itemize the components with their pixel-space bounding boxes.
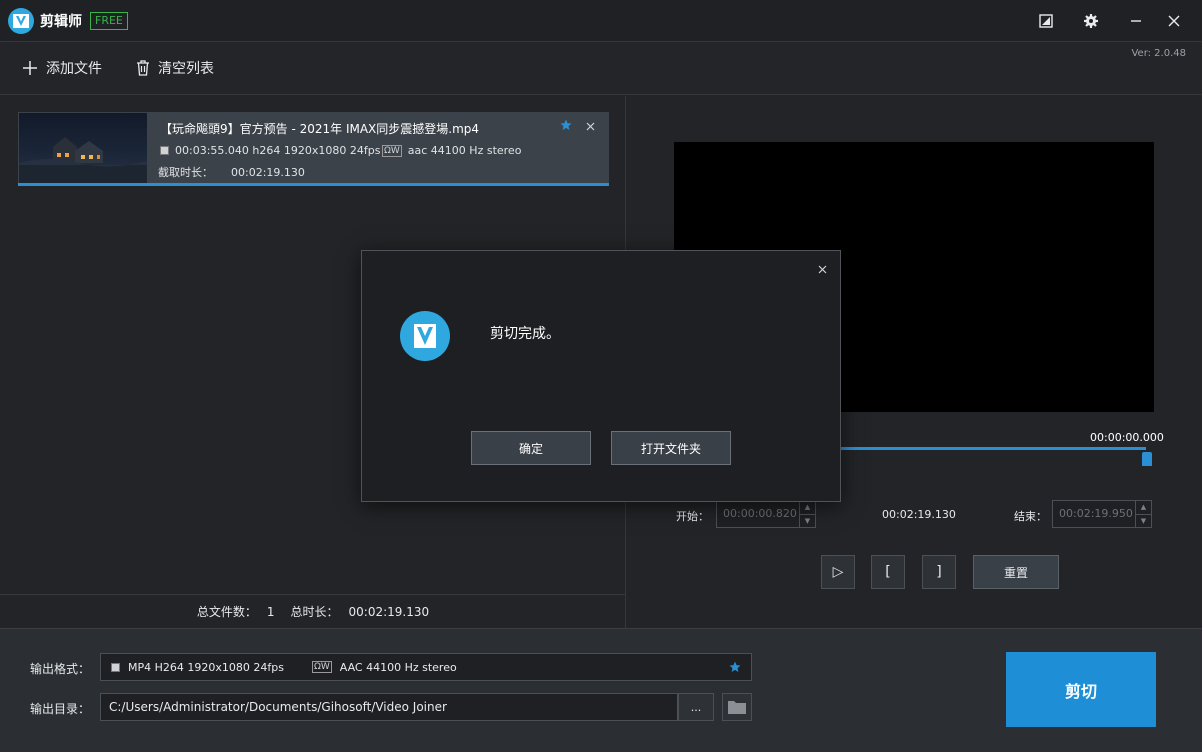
- video-info-text: 00:03:55.040 h264 1920x1080 24fps: [175, 144, 381, 157]
- output-dir-label: 输出目录：: [30, 702, 91, 716]
- start-time-input[interactable]: 00:00:00.820 ▲ ▼: [716, 500, 816, 528]
- toolbar: 添加文件 清空列表: [0, 43, 1202, 95]
- close-icon[interactable]: [1164, 11, 1184, 31]
- start-down-icon[interactable]: ▼: [800, 515, 815, 528]
- clip-duration-value: 00:02:19.130: [231, 165, 305, 179]
- skin-icon[interactable]: [1036, 11, 1056, 31]
- minimize-icon[interactable]: [1126, 11, 1146, 31]
- ok-button[interactable]: 确定: [471, 431, 591, 465]
- open-folder-dialog-button[interactable]: 打开文件夹: [611, 431, 731, 465]
- open-folder-button[interactable]: [722, 693, 752, 721]
- timeline-handle[interactable]: [1142, 452, 1152, 466]
- title-bar: 剪辑师 FREE: [0, 0, 1202, 42]
- reset-button[interactable]: 重置: [973, 555, 1059, 589]
- star-icon[interactable]: [560, 119, 572, 134]
- audio-format-icon: ΩW: [311, 661, 332, 673]
- output-dir-input[interactable]: C:/Users/Administrator/Documents/Gihosof…: [100, 693, 678, 721]
- list-item[interactable]: 【玩命飚頭9】官方预告 - 2021年 IMAX同步震撼登場.mp4 00:03…: [18, 112, 609, 186]
- clip-duration-label: 截取时长：: [158, 166, 213, 179]
- remove-item-icon[interactable]: [586, 120, 595, 134]
- end-time-input[interactable]: 00:02:19.950 ▲ ▼: [1052, 500, 1152, 528]
- version-label: Ver: 2.0.48: [1131, 48, 1186, 59]
- output-format-field[interactable]: MP4 H264 1920x1080 24fps ΩW AAC 44100 Hz…: [100, 653, 752, 681]
- audio-info-text: aac 44100 Hz stereo: [407, 144, 522, 157]
- format-video-text: MP4 H264 1920x1080 24fps: [128, 660, 284, 674]
- app-title: 剪辑师: [40, 14, 82, 30]
- audio-stream-icon: ΩW: [382, 144, 402, 157]
- format-star-icon[interactable]: [729, 661, 741, 676]
- gear-icon[interactable]: [1081, 11, 1101, 31]
- dialog-message: 剪切完成。: [490, 326, 560, 342]
- add-file-button[interactable]: 添加文件: [22, 57, 102, 79]
- app-logo-icon: [8, 8, 34, 34]
- play-button[interactable]: ▷: [821, 555, 855, 589]
- add-file-label: 添加文件: [46, 61, 102, 77]
- total-files-value: 1: [266, 604, 275, 619]
- audio-info: ΩW aac 44100 Hz stereo: [382, 144, 521, 157]
- total-files-label: 总文件数：: [196, 605, 257, 619]
- start-up-icon[interactable]: ▲: [800, 501, 815, 515]
- video-info: 00:03:55.040 h264 1920x1080 24fps: [160, 144, 380, 157]
- file-list-summary: 总文件数： 1 总时长： 00:02:19.130: [0, 594, 626, 628]
- cut-button[interactable]: 剪切: [1006, 652, 1156, 727]
- total-duration-label: 总时长：: [290, 605, 339, 619]
- dialog-close-icon[interactable]: [814, 261, 830, 277]
- file-name: 【玩命飚頭9】官方预告 - 2021年 IMAX同步震撼登場.mp4: [160, 122, 480, 136]
- end-up-icon[interactable]: ▲: [1136, 501, 1151, 515]
- clear-list-button[interactable]: 清空列表: [136, 57, 214, 79]
- plus-icon: [23, 61, 37, 75]
- browse-button[interactable]: ...: [678, 693, 714, 721]
- start-label: 开始：: [676, 510, 709, 523]
- completion-dialog: 剪切完成。 确定 打开文件夹: [361, 250, 841, 502]
- trim-duration: 00:02:19.130: [882, 508, 956, 521]
- free-badge: FREE: [90, 12, 128, 30]
- start-time-value[interactable]: 00:00:00.820: [717, 501, 799, 527]
- trash-icon: [137, 60, 149, 76]
- end-down-icon[interactable]: ▼: [1136, 515, 1151, 528]
- output-format-label: 输出格式：: [30, 662, 91, 676]
- video-thumbnail: [19, 113, 147, 185]
- end-label: 结束：: [1014, 510, 1047, 523]
- file-progress-bar: [18, 183, 609, 186]
- dialog-logo-icon: [400, 311, 450, 361]
- mark-out-button[interactable]: ]: [922, 555, 956, 589]
- video-format-icon: [111, 662, 120, 672]
- clear-list-label: 清空列表: [158, 61, 214, 77]
- clip-duration: 截取时长： 00:02:19.130: [158, 164, 305, 180]
- video-stream-icon: [160, 146, 169, 155]
- end-time-value[interactable]: 00:02:19.950: [1053, 501, 1135, 527]
- format-audio-text: AAC 44100 Hz stereo: [339, 660, 457, 674]
- total-duration-value: 00:02:19.130: [348, 604, 430, 619]
- current-time: 00:00:00.000: [1090, 431, 1164, 444]
- mark-in-button[interactable]: [: [871, 555, 905, 589]
- folder-icon: [728, 701, 746, 714]
